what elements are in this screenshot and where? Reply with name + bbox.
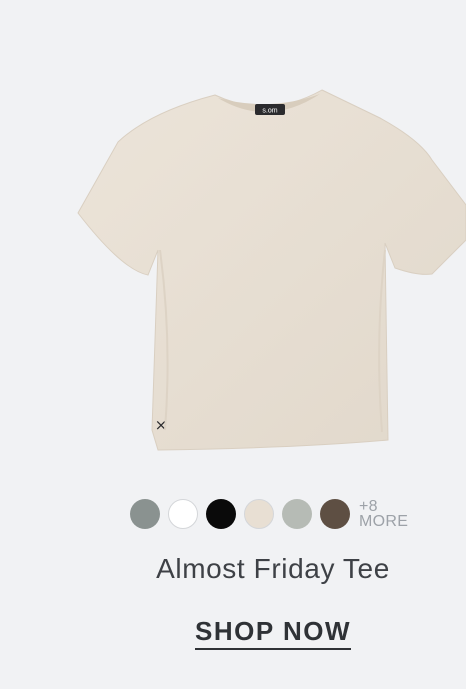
more-colors-link[interactable]: +8 MORE [359, 498, 409, 530]
swatch-white[interactable] [168, 499, 198, 529]
tee-shape [77, 89, 466, 451]
more-colors-count: +8 [359, 498, 378, 515]
product-title[interactable]: Almost Friday Tee [0, 553, 466, 585]
product-image[interactable]: s.om × [70, 80, 466, 460]
swatch-sage-grey[interactable] [282, 499, 312, 529]
neck-label-text: s.om [262, 108, 277, 115]
shop-now-link[interactable]: SHOP NOW [195, 616, 351, 650]
swatch-bone[interactable] [244, 499, 274, 529]
product-card: s.om × +8 MORE Almost Friday Tee SHOP NO… [0, 0, 466, 689]
more-colors-label: MORE [359, 513, 409, 530]
swatch-black[interactable] [206, 499, 236, 529]
swatch-brown[interactable] [320, 499, 350, 529]
color-swatches: +8 MORE [130, 498, 409, 530]
cta-wrapper: SHOP NOW [0, 616, 466, 650]
swatch-slate-green[interactable] [130, 499, 160, 529]
